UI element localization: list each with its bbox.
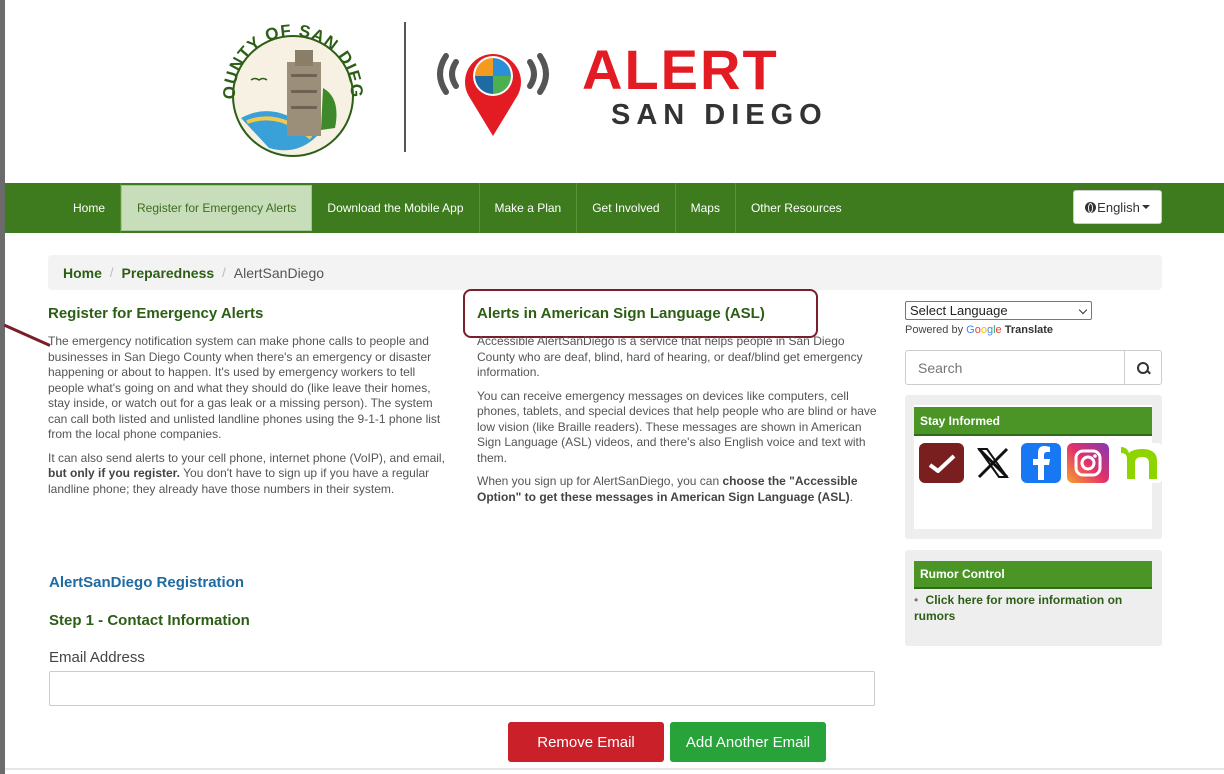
- email-label: Email Address: [49, 649, 145, 666]
- register-paragraph-1: The emergency notification system can ma…: [48, 334, 441, 441]
- x-icon[interactable]: [970, 443, 1015, 483]
- alertsandiego-app-icon[interactable]: [919, 443, 964, 483]
- search-box: [905, 350, 1162, 385]
- nav-list: Home Register for Emergency Alerts Downl…: [58, 183, 857, 233]
- asl-section: Accessible AlertSanDiego is a service th…: [477, 334, 877, 513]
- brand-subtitle: SAN DIEGO: [611, 99, 828, 131]
- translate-language-select[interactable]: Select Language: [905, 301, 1092, 320]
- county-seal-text: COUNTY OF SAN DIEGO: [217, 14, 365, 99]
- nextdoor-icon[interactable]: [1115, 443, 1163, 483]
- breadcrumb-home[interactable]: Home: [63, 265, 102, 281]
- remove-email-button[interactable]: Remove Email: [508, 722, 664, 762]
- step-1-heading: Step 1 - Contact Information: [49, 612, 250, 629]
- register-paragraph-2-start: It can also send alerts to your cell pho…: [48, 450, 445, 465]
- language-dropdown-button[interactable]: English: [1073, 190, 1162, 224]
- nav-item-home[interactable]: Home: [58, 183, 122, 233]
- alert-beacon-icon: [437, 53, 549, 136]
- site-header: COUNTY OF SAN DIEGO ALERT SAN DIEGO: [5, 0, 1224, 184]
- brand-title: ALERT: [582, 38, 779, 101]
- chevron-down-icon: [1078, 305, 1088, 315]
- nav-item-maps[interactable]: Maps: [676, 183, 736, 233]
- facebook-icon[interactable]: [1021, 443, 1061, 483]
- nav-item-make-a-plan[interactable]: Make a Plan: [480, 183, 578, 233]
- breadcrumb-separator: /: [222, 265, 226, 280]
- powered-by-text: Powered by: [905, 324, 964, 336]
- breadcrumb-current: AlertSanDiego: [233, 264, 325, 281]
- translate-select-label: Select Language: [910, 303, 1008, 318]
- breadcrumb-preparedness[interactable]: Preparedness: [122, 265, 215, 281]
- breadcrumb: Home / Preparedness / AlertSanDiego: [48, 255, 1162, 290]
- rumor-control-heading: Rumor Control: [914, 561, 1152, 589]
- breadcrumb-separator: /: [109, 265, 114, 280]
- instagram-icon[interactable]: [1067, 443, 1109, 483]
- asl-paragraph-3: When you sign up for AlertSanDiego, you …: [477, 474, 877, 505]
- caret-down-icon: [1141, 205, 1150, 209]
- nav-item-other-resources[interactable]: Other Resources: [736, 183, 857, 233]
- bullet-icon: •: [914, 593, 922, 607]
- asl-heading: Alerts in American Sign Language (ASL): [477, 305, 765, 322]
- asl-paragraph-2: You can receive emergency messages on de…: [477, 388, 877, 465]
- county-seal-lettering: COUNTY OF SAN DIEGO: [217, 14, 366, 99]
- register-paragraph-2-bold: but only if you register.: [48, 466, 181, 480]
- page-divider: [5, 768, 1224, 770]
- nav-item-get-involved[interactable]: Get Involved: [577, 183, 676, 233]
- asl-paragraph-1: Accessible AlertSanDiego is a service th…: [477, 334, 863, 379]
- asl-paragraph-3-end: .: [849, 489, 853, 504]
- globe-icon: [1085, 201, 1097, 213]
- add-email-button[interactable]: Add Another Email: [670, 722, 826, 762]
- logo-divider: [404, 22, 406, 152]
- email-field[interactable]: [49, 671, 875, 706]
- main-navbar: Home Register for Emergency Alerts Downl…: [5, 183, 1224, 233]
- register-paragraph-2: It can also send alerts to your cell pho…: [48, 451, 448, 498]
- language-button-label: English: [1097, 199, 1140, 215]
- register-section: Register for Emergency Alerts The emerge…: [48, 305, 448, 497]
- nav-item-mobile-app[interactable]: Download the Mobile App: [312, 183, 480, 233]
- stay-informed-heading: Stay Informed: [914, 407, 1152, 436]
- search-button[interactable]: [1124, 351, 1161, 384]
- search-input[interactable]: [906, 351, 1126, 384]
- asl-paragraph-3-start: When you sign up for AlertSanDiego, you …: [477, 474, 723, 488]
- google-logo[interactable]: Google: [966, 324, 1002, 336]
- search-icon: [1137, 361, 1149, 374]
- social-links: [919, 443, 1163, 483]
- google-translate-credit: Powered by Google Translate: [905, 324, 1053, 336]
- nav-item-register[interactable]: Register for Emergency Alerts: [121, 185, 313, 231]
- annotation-arrow: [3, 323, 51, 347]
- registration-heading: AlertSanDiego Registration: [49, 574, 245, 591]
- svg-text:COUNTY OF SAN DIEGO: COUNTY OF SAN DIEGO: [217, 14, 366, 99]
- rumor-control-link[interactable]: • Click here for more information on rum…: [914, 592, 1144, 624]
- translate-link[interactable]: Translate: [1005, 324, 1053, 336]
- rumor-control-link-text: Click here for more information on rumor…: [914, 593, 1123, 623]
- register-heading: Register for Emergency Alerts: [48, 305, 264, 322]
